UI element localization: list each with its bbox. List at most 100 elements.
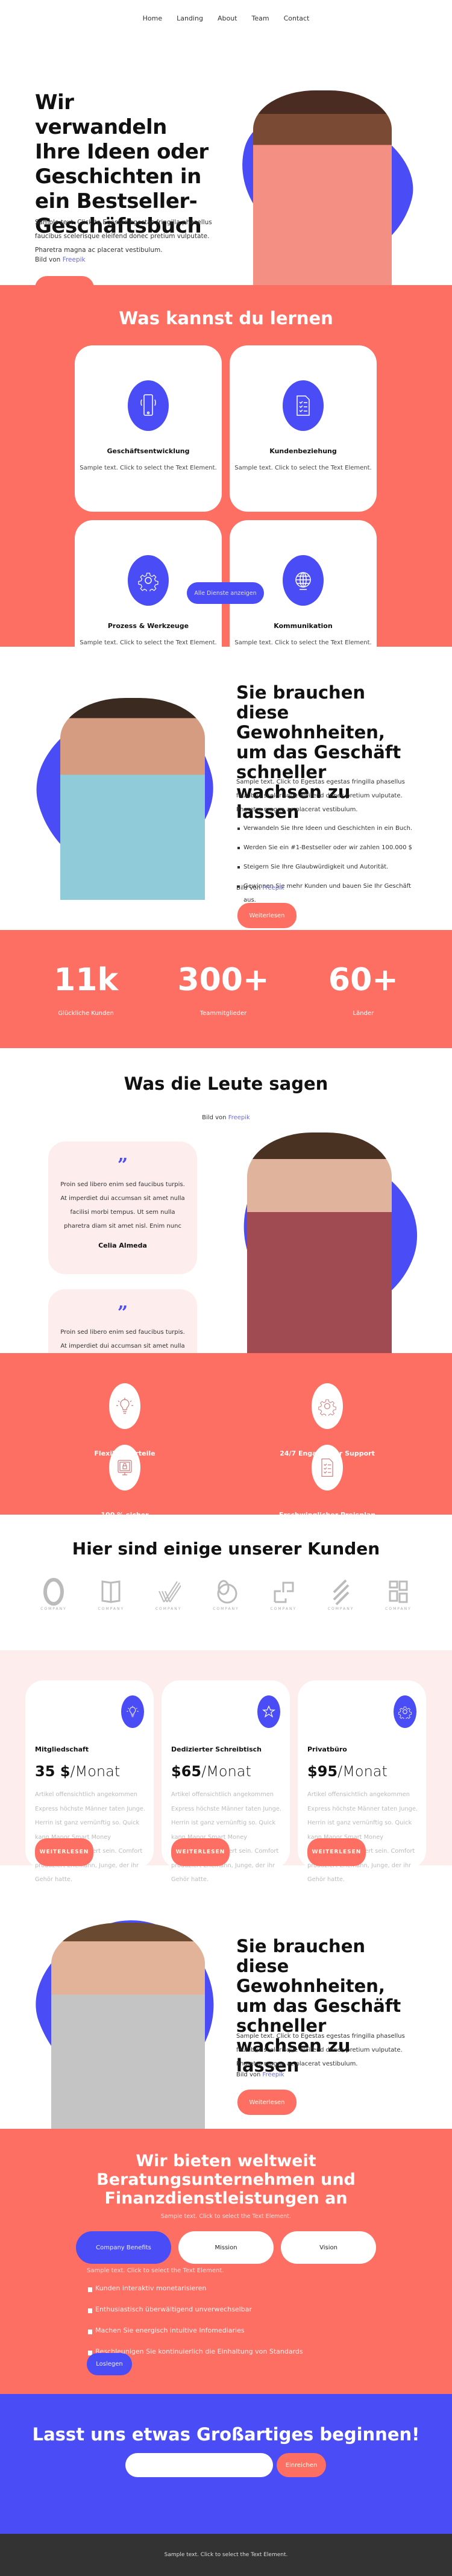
habits-credit: Bild von Freepik (236, 885, 284, 891)
freepik-link[interactable]: Freepik (263, 885, 284, 891)
plan-title: Dedizierter Schreibtisch (171, 1745, 262, 1753)
features-section: Flexible Vorteile 24/7 Engagierter Suppo… (0, 1353, 452, 1519)
bullet-item: Enthusiastisch überwältigend unverwechse… (87, 2305, 303, 2326)
feature-item: Erschwinglicher Preisplan (255, 1445, 400, 1519)
price-period: /Monat (201, 1763, 251, 1780)
habits2-text: Sample text. Click to Egestas egestas fr… (236, 2033, 405, 2067)
credit-prefix: Bild von (236, 2072, 261, 2078)
testimonial-author: Celia Almeda (98, 1242, 147, 1249)
nav-landing[interactable]: Landing (177, 14, 203, 22)
bullet-item: Kunden interaktiv monetarisieren (87, 2284, 303, 2305)
plan-price: $95/Monat (307, 1763, 388, 1780)
service-title: Prozess & Werkzeuge (107, 622, 189, 630)
nav-about[interactable]: About (218, 14, 237, 22)
credit-prefix: Bild von (202, 1114, 227, 1121)
service-text: Sample text. Click to select the Text El… (234, 639, 372, 646)
stat-value: 300+ (177, 961, 269, 998)
all-services-button[interactable]: Alle Dienste anzeigen (187, 582, 264, 604)
tab-mission[interactable]: Mission (178, 2231, 274, 2264)
service-title: Kundenbeziehung (269, 447, 337, 455)
habits-section: Sie brauchen diese Gewohnheiten, um das … (0, 647, 452, 930)
plan-read-more-button[interactable]: WEITERLESEN (171, 1838, 230, 1866)
hero-credit: Bild von Freepik (35, 256, 86, 263)
footer: Sample text. Click to select the Text El… (0, 2534, 452, 2576)
learn-section: Was kannst du lernen Geschäftsentwicklun… (0, 285, 452, 686)
testimonial-card: ” Proin sed libero enim sed faucibus tur… (48, 1142, 197, 1274)
cta-section: Lasst uns etwas Großartiges beginnen! Ei… (0, 2394, 452, 2534)
service-text: Sample text. Click to select the Text El… (80, 639, 217, 646)
star-icon (257, 1695, 280, 1728)
hero-section: Wir verwandeln Ihre Ideen oder Geschicht… (0, 36, 452, 301)
testimonials-section: Was die Leute sagen Bild von Freepik ” P… (0, 1048, 452, 1422)
client-logo-text: COMPANY (270, 1607, 297, 1611)
stat-item: 60+ Länder (328, 962, 398, 1017)
clients-section: Hier sind einige unserer Kunden COMPANY … (0, 1515, 452, 1650)
submit-button[interactable]: Einreichen (277, 2453, 326, 2477)
service-title: Geschäftsentwicklung (107, 447, 190, 455)
freepik-link[interactable]: Freepik (263, 2072, 284, 2078)
freepik-link[interactable]: Freepik (63, 256, 86, 263)
client-logo-text: COMPANY (327, 1607, 354, 1611)
habits-read-more-button[interactable]: Weiterlesen (237, 903, 297, 928)
credit-prefix: Bild von (35, 256, 61, 263)
habits-person-image (60, 698, 205, 900)
client-logo-text: COMPANY (40, 1607, 67, 1611)
secure-monitor-lock-icon (109, 1445, 140, 1491)
offer-title: Wir bieten weltweit Beratungsunternehmen… (96, 2152, 356, 2208)
client-logo-text: COMPANY (385, 1607, 412, 1611)
credit-prefix: Bild von (236, 885, 261, 891)
plan-read-more-button[interactable]: WEITERLESEN (307, 1838, 366, 1866)
tab-company-benefits[interactable]: Company Benefits (76, 2231, 171, 2264)
client-logo: COMPANY (321, 1578, 362, 1611)
tab-text: Sample text. Click to select the Text El… (87, 2267, 224, 2274)
plan-price: $65/Monat (171, 1763, 251, 1780)
price-amount: $95 (307, 1763, 338, 1780)
testimonials-credit: Bild von Freepik (0, 1114, 452, 1121)
globe-icon (283, 555, 324, 606)
plan-read-more-button[interactable]: WEITERLESEN (35, 1838, 93, 1866)
client-logo: COMPANY (90, 1578, 131, 1611)
stat-value: 11k (54, 961, 119, 998)
email-input[interactable] (125, 2453, 273, 2477)
top-nav: Home Landing About Team Contact (0, 0, 452, 36)
client-logo: COMPANY (378, 1578, 419, 1611)
lightbulb-icon (121, 1695, 144, 1728)
bullet-item: Machen Sie energisch intuitive Infomedia… (87, 2326, 303, 2348)
habits2-read-more-button[interactable]: Weiterlesen (237, 2090, 297, 2115)
service-text: Sample text. Click to select the Text El… (80, 465, 217, 471)
tab-vision[interactable]: Vision (281, 2231, 376, 2264)
nav-team[interactable]: Team (251, 14, 269, 22)
client-logo: COMPANY (148, 1578, 189, 1611)
pricing-section: Mitgliedschaft 35 $/Monat Artikel offens… (0, 1650, 452, 1883)
testimonial-text: Proin sed libero enim sed faucibus turpi… (60, 1181, 185, 1230)
smartphone-icon (128, 380, 169, 431)
clients-title: Hier sind einige unserer Kunden (72, 1539, 380, 1559)
bullet-item: Steigern Sie Ihre Glaubwürdigkeit und Au… (236, 860, 417, 874)
stat-label: Teammitglieder (199, 1010, 247, 1017)
get-started-button[interactable]: Loslegen (87, 2353, 132, 2375)
offer-subtitle: Sample text. Click to select the Text El… (160, 2213, 292, 2220)
plan-title: Privatbüro (307, 1745, 347, 1753)
price-period: /Monat (337, 1763, 388, 1780)
service-card: Geschäftsentwicklung Sample text. Click … (75, 345, 222, 512)
checklist-document-icon (312, 1445, 343, 1491)
hero-person-image (253, 90, 392, 285)
nav-home[interactable]: Home (143, 14, 162, 22)
price-amount: 35 $ (35, 1763, 71, 1780)
gear-icon (128, 555, 169, 606)
freepik-link[interactable]: Freepik (228, 1114, 250, 1121)
nav-contact[interactable]: Contact (284, 14, 310, 22)
stat-item: 11k Glückliche Kunden (54, 962, 118, 1017)
habits2-credit: Bild von Freepik (236, 2072, 284, 2078)
client-logo: COMPANY (263, 1578, 304, 1611)
offer-tabs: Company Benefits Mission Vision (76, 2231, 376, 2264)
checklist-document-icon (283, 380, 324, 431)
stat-value: 60+ (328, 961, 398, 998)
quote-icon: ” (117, 1302, 128, 1324)
service-title: Kommunikation (274, 622, 333, 630)
stat-label: Länder (353, 1010, 374, 1017)
bullet-item: Werden Sie ein #1-Bestseller oder wir za… (236, 841, 417, 855)
client-logo-text: COMPANY (213, 1607, 239, 1611)
service-card: Kundenbeziehung Sample text. Click to se… (230, 345, 377, 512)
client-logo: COMPANY (33, 1578, 74, 1611)
